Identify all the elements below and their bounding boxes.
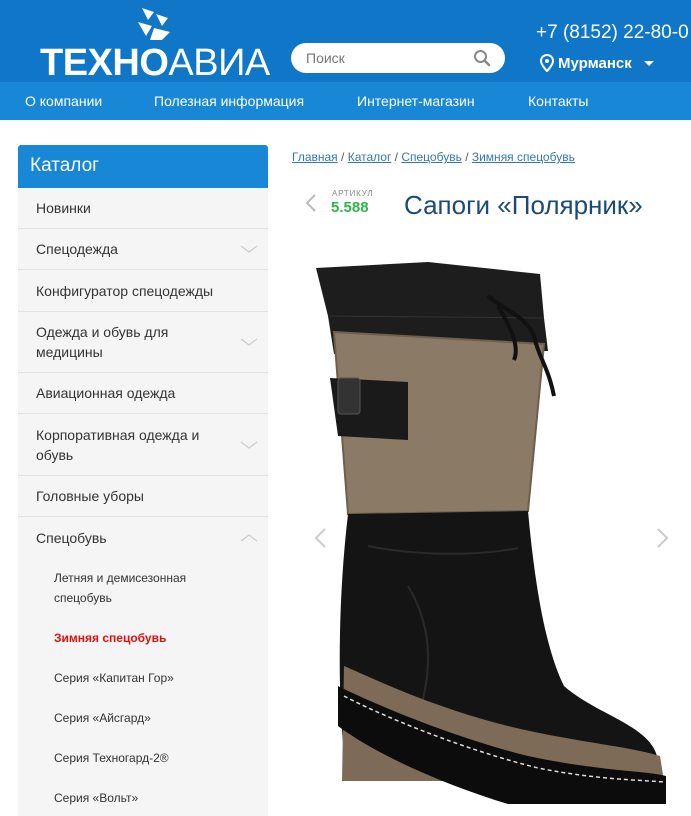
sidebar-item-workwear[interactable]: Спецодежда — [18, 229, 268, 270]
logo[interactable]: ТЕХНОАВИА — [40, 8, 270, 82]
sidebar-item-label: Авиационная одежда — [36, 385, 176, 401]
sidebar-subitem-captain[interactable]: Серия «Капитан Гор» — [18, 658, 268, 698]
chevron-down-icon — [643, 61, 654, 66]
article-label: АРТИКУЛ — [332, 189, 374, 198]
breadcrumb-link-winter[interactable]: Зимняя спецобувь — [472, 150, 575, 164]
sidebar-item-configurator[interactable]: Конфигуратор спецодежды — [18, 270, 268, 312]
breadcrumb: Главная / Каталог / Спецобувь / Зимняя с… — [292, 150, 575, 164]
sidebar-item-label: Корпоративная одежда и обувь — [36, 426, 200, 463]
sidebar-subitem-label: Серия Техногард-2® — [54, 751, 169, 765]
sidebar-subitem-label: Серия «Капитан Гор» — [54, 671, 174, 685]
page-title: Сапоги «Полярник» — [404, 190, 643, 220]
catalog-sidebar: Каталог Новинки Спецодежда Конфигуратор … — [18, 145, 268, 816]
sidebar-item-label: Спецодежда — [36, 241, 118, 257]
breadcrumb-separator: / — [465, 150, 472, 164]
sidebar-item-label: Одежда и обувь для медицины — [36, 324, 169, 360]
chevron-down-icon — [240, 338, 258, 346]
chevron-down-icon — [240, 441, 258, 449]
city-selector[interactable]: Мурманск — [540, 54, 656, 72]
city-label: Мурманск — [558, 54, 632, 72]
chevron-down-icon — [240, 245, 258, 253]
chevron-up-icon — [240, 533, 258, 541]
search-input[interactable] — [306, 49, 466, 67]
product-image — [316, 262, 666, 804]
breadcrumb-link-catalog[interactable]: Каталог — [348, 150, 392, 164]
sidebar-subitem-label: Летняя и демисезонная спецобувь — [54, 571, 187, 605]
phone-number[interactable]: +7 (8152) 22-80-0 — [536, 22, 689, 44]
main-nav: О компании Полезная информация Интернет-… — [0, 82, 691, 120]
sidebar-item-new[interactable]: Новинки — [18, 188, 268, 229]
sidebar-subitem-icegard[interactable]: Серия «Айсгард» — [18, 698, 268, 738]
sidebar-subitem-label: Серия «Айсгард» — [54, 711, 151, 725]
sidebar-subitem-label: Зимняя спецобувь — [54, 631, 167, 645]
nav-item-info[interactable]: Полезная информация — [154, 93, 304, 109]
breadcrumb-separator: / — [341, 150, 348, 164]
nav-item-shop[interactable]: Интернет-магазин — [357, 93, 475, 109]
sidebar-item-label: Новинки — [36, 200, 91, 216]
logo-text: ТЕХНОАВИА — [40, 44, 270, 82]
search-box — [291, 43, 505, 73]
nav-item-contacts[interactable]: Контакты — [528, 93, 588, 109]
sidebar-item-footwear[interactable]: Спецобувь — [18, 517, 268, 558]
sidebar-subitem-summer[interactable]: Летняя и демисезонная спецобувь — [18, 558, 268, 618]
catalog-title: Каталог — [18, 145, 268, 188]
logo-mark-icon — [138, 8, 170, 40]
sidebar-item-label: Головные уборы — [36, 488, 144, 504]
sidebar-item-corporate[interactable]: Корпоративная одежда и обувь — [18, 414, 268, 476]
sidebar-item-aviation[interactable]: Авиационная одежда — [18, 373, 268, 414]
article-number: 5.588 — [331, 199, 369, 216]
nav-item-about[interactable]: О компании — [25, 93, 102, 109]
sidebar-subitem-volt[interactable]: Серия «Вольт» — [18, 778, 268, 816]
sidebar-item-headwear[interactable]: Головные уборы — [18, 476, 268, 517]
site-header: ТЕХНОАВИА +7 (8152) 22-80-0 Мурманск — [0, 0, 691, 82]
breadcrumb-link-footwear[interactable]: Спецобувь — [401, 150, 462, 164]
sidebar-subitem-technogard[interactable]: Серия Техногард-2® — [18, 738, 268, 778]
sidebar-subitem-winter[interactable]: Зимняя спецобувь — [18, 618, 268, 658]
logo-bold: ТЕХНО — [40, 42, 169, 82]
chevron-left-icon[interactable] — [305, 193, 317, 213]
location-pin-icon — [540, 54, 554, 72]
logo-light: АВИА — [168, 42, 270, 82]
sidebar-subitem-label: Серия «Вольт» — [54, 791, 139, 805]
search-icon[interactable] — [473, 49, 491, 67]
breadcrumb-link-home[interactable]: Главная — [292, 150, 338, 164]
sidebar-item-label: Спецобувь — [36, 529, 107, 546]
sidebar-item-label: Конфигуратор спецодежды — [36, 282, 214, 299]
sidebar-item-medical[interactable]: Одежда и обувь для медицины — [18, 312, 268, 373]
